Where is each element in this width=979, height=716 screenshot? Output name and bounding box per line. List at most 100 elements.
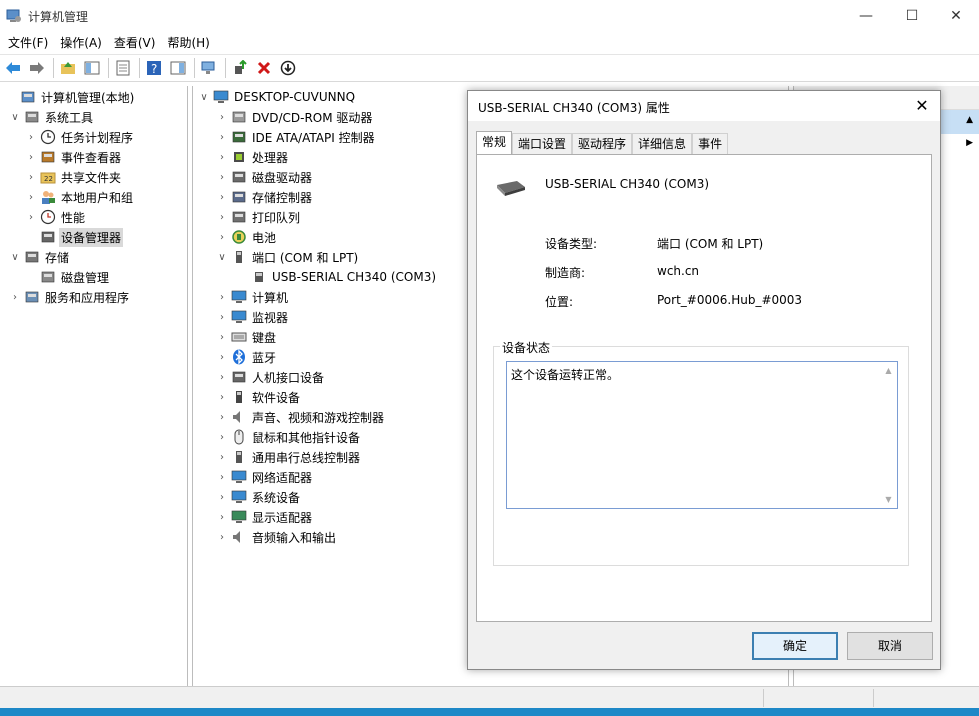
device-category[interactable]: › 人机接口设备: [215, 367, 326, 387]
expand-icon[interactable]: ›: [24, 212, 38, 223]
device-category[interactable]: › 处理器: [215, 147, 290, 167]
device-tree-root[interactable]: ∨ DESKTOP-CUVUNNQ: [197, 87, 357, 107]
device-category[interactable]: › 键盘: [215, 327, 278, 347]
forward-icon[interactable]: [26, 57, 48, 79]
cancel-button[interactable]: 取消: [847, 632, 933, 660]
expand-icon[interactable]: ›: [215, 332, 229, 343]
close-button[interactable]: ✕: [933, 0, 979, 32]
status-scrollbar[interactable]: ▲ ▼: [880, 362, 897, 508]
expand-icon[interactable]: ›: [24, 192, 38, 203]
expand-icon[interactable]: ›: [24, 172, 38, 183]
dialog-tab[interactable]: 详细信息: [632, 133, 693, 155]
expand-icon[interactable]: ›: [215, 392, 229, 403]
expand-icon[interactable]: ›: [215, 472, 229, 483]
expand-icon[interactable]: ›: [215, 152, 229, 163]
nav-tree-item[interactable]: › 任务计划程序: [24, 127, 135, 147]
device-category[interactable]: › 蓝牙: [215, 347, 278, 367]
disable-device-icon[interactable]: [277, 57, 299, 79]
nav-tree-item[interactable]: › 服务和应用程序: [8, 287, 131, 307]
device-category[interactable]: › 通用串行总线控制器: [215, 447, 362, 467]
collapse-arrow-icon[interactable]: ▲: [966, 115, 973, 125]
collapse-icon[interactable]: ∨: [8, 252, 22, 263]
expand-icon[interactable]: ›: [215, 212, 229, 223]
device-category[interactable]: › 网络适配器: [215, 467, 314, 487]
expand-icon[interactable]: ›: [215, 192, 229, 203]
device-category[interactable]: › 显示适配器: [215, 507, 314, 527]
properties-icon[interactable]: [112, 57, 134, 79]
device-status-legend: 设备状态: [500, 339, 553, 356]
printer-icon: [232, 211, 246, 223]
nav-tree-item[interactable]: › 事件查看器: [24, 147, 123, 167]
expand-icon[interactable]: ›: [215, 372, 229, 383]
device-item[interactable]: USB-SERIAL CH340 (COM3): [235, 267, 438, 287]
dialog-tab[interactable]: 端口设置: [512, 133, 573, 155]
dialog-tab[interactable]: 事件: [692, 133, 729, 155]
expand-icon[interactable]: ›: [215, 132, 229, 143]
dialog-tab[interactable]: 常规: [476, 131, 513, 155]
update-driver-icon[interactable]: [229, 57, 251, 79]
expand-icon[interactable]: ›: [215, 452, 229, 463]
up-folder-icon[interactable]: [57, 57, 79, 79]
expand-icon[interactable]: ›: [8, 292, 22, 303]
nav-tree-item[interactable]: 设备管理器: [24, 227, 124, 247]
device-category[interactable]: › 打印队列: [215, 207, 302, 227]
nav-tree-item[interactable]: ∨ 存储: [8, 247, 71, 267]
device-status-textbox[interactable]: 这个设备运转正常。 ▲ ▼: [506, 361, 898, 509]
nav-tree-item[interactable]: 计算机管理(本地): [4, 87, 136, 107]
expand-icon[interactable]: ›: [215, 292, 229, 303]
expand-icon[interactable]: ›: [24, 132, 38, 143]
minimize-button[interactable]: —: [843, 0, 889, 32]
expand-arrow-icon[interactable]: ▶: [966, 138, 973, 148]
device-category[interactable]: › 计算机: [215, 287, 290, 307]
scan-hardware-icon[interactable]: [198, 57, 220, 79]
device-category[interactable]: › 鼠标和其他指针设备: [215, 427, 362, 447]
help-icon[interactable]: ?: [143, 57, 165, 79]
show-hide-tree-icon[interactable]: [81, 57, 103, 79]
scroll-down-icon[interactable]: ▼: [880, 491, 897, 508]
action-pane-icon[interactable]: [167, 57, 189, 79]
collapse-icon[interactable]: ∨: [8, 112, 22, 123]
nav-tree-item[interactable]: › 22 共享文件夹: [24, 167, 123, 187]
collapse-icon[interactable]: ∨: [215, 252, 229, 263]
device-category[interactable]: › 音频输入和输出: [215, 527, 338, 547]
device-category[interactable]: › 系统设备: [215, 487, 302, 507]
collapse-icon[interactable]: ∨: [197, 92, 211, 103]
device-category[interactable]: › 电池: [215, 227, 278, 247]
software-device-icon: [236, 391, 242, 403]
uninstall-icon[interactable]: [253, 57, 275, 79]
scroll-up-icon[interactable]: ▲: [880, 362, 897, 379]
dialog-close-icon[interactable]: ✕: [912, 96, 932, 116]
menu-item[interactable]: 操作(A): [54, 32, 108, 54]
nav-tree-item[interactable]: ∨ 系统工具: [8, 107, 95, 127]
ok-button[interactable]: 确定: [752, 632, 838, 660]
nav-tree-item[interactable]: › 性能: [24, 207, 87, 227]
device-category[interactable]: › 存储控制器: [215, 187, 314, 207]
dialog-tab[interactable]: 驱动程序: [572, 133, 633, 155]
expand-icon[interactable]: ›: [215, 232, 229, 243]
device-category[interactable]: › 磁盘驱动器: [215, 167, 314, 187]
device-category[interactable]: › 声音、视频和游戏控制器: [215, 407, 386, 427]
expand-icon[interactable]: ›: [215, 412, 229, 423]
nav-tree-item[interactable]: › 本地用户和组: [24, 187, 135, 207]
expand-icon[interactable]: ›: [215, 532, 229, 543]
expand-icon[interactable]: ›: [215, 512, 229, 523]
device-category[interactable]: › 软件设备: [215, 387, 302, 407]
expand-icon[interactable]: ›: [215, 312, 229, 323]
menu-item[interactable]: 查看(V): [108, 32, 162, 54]
expand-icon[interactable]: ›: [215, 352, 229, 363]
device-category[interactable]: › IDE ATA/ATAPI 控制器: [215, 127, 377, 147]
menu-item[interactable]: 帮助(H): [161, 32, 215, 54]
expand-icon[interactable]: ›: [215, 172, 229, 183]
expand-icon[interactable]: ›: [215, 112, 229, 123]
expand-icon[interactable]: ›: [24, 152, 38, 163]
menu-item[interactable]: 文件(F): [2, 32, 54, 54]
expand-icon[interactable]: ›: [215, 432, 229, 443]
device-category[interactable]: ∨ 端口 (COM 和 LPT): [215, 247, 360, 267]
device-label: 鼠标和其他指针设备: [252, 430, 361, 445]
expand-icon[interactable]: ›: [215, 492, 229, 503]
maximize-button[interactable]: ☐: [889, 0, 935, 32]
back-icon[interactable]: [2, 57, 24, 79]
device-category[interactable]: › DVD/CD-ROM 驱动器: [215, 107, 374, 127]
device-category[interactable]: › 监视器: [215, 307, 290, 327]
nav-tree-item[interactable]: 磁盘管理: [24, 267, 111, 287]
